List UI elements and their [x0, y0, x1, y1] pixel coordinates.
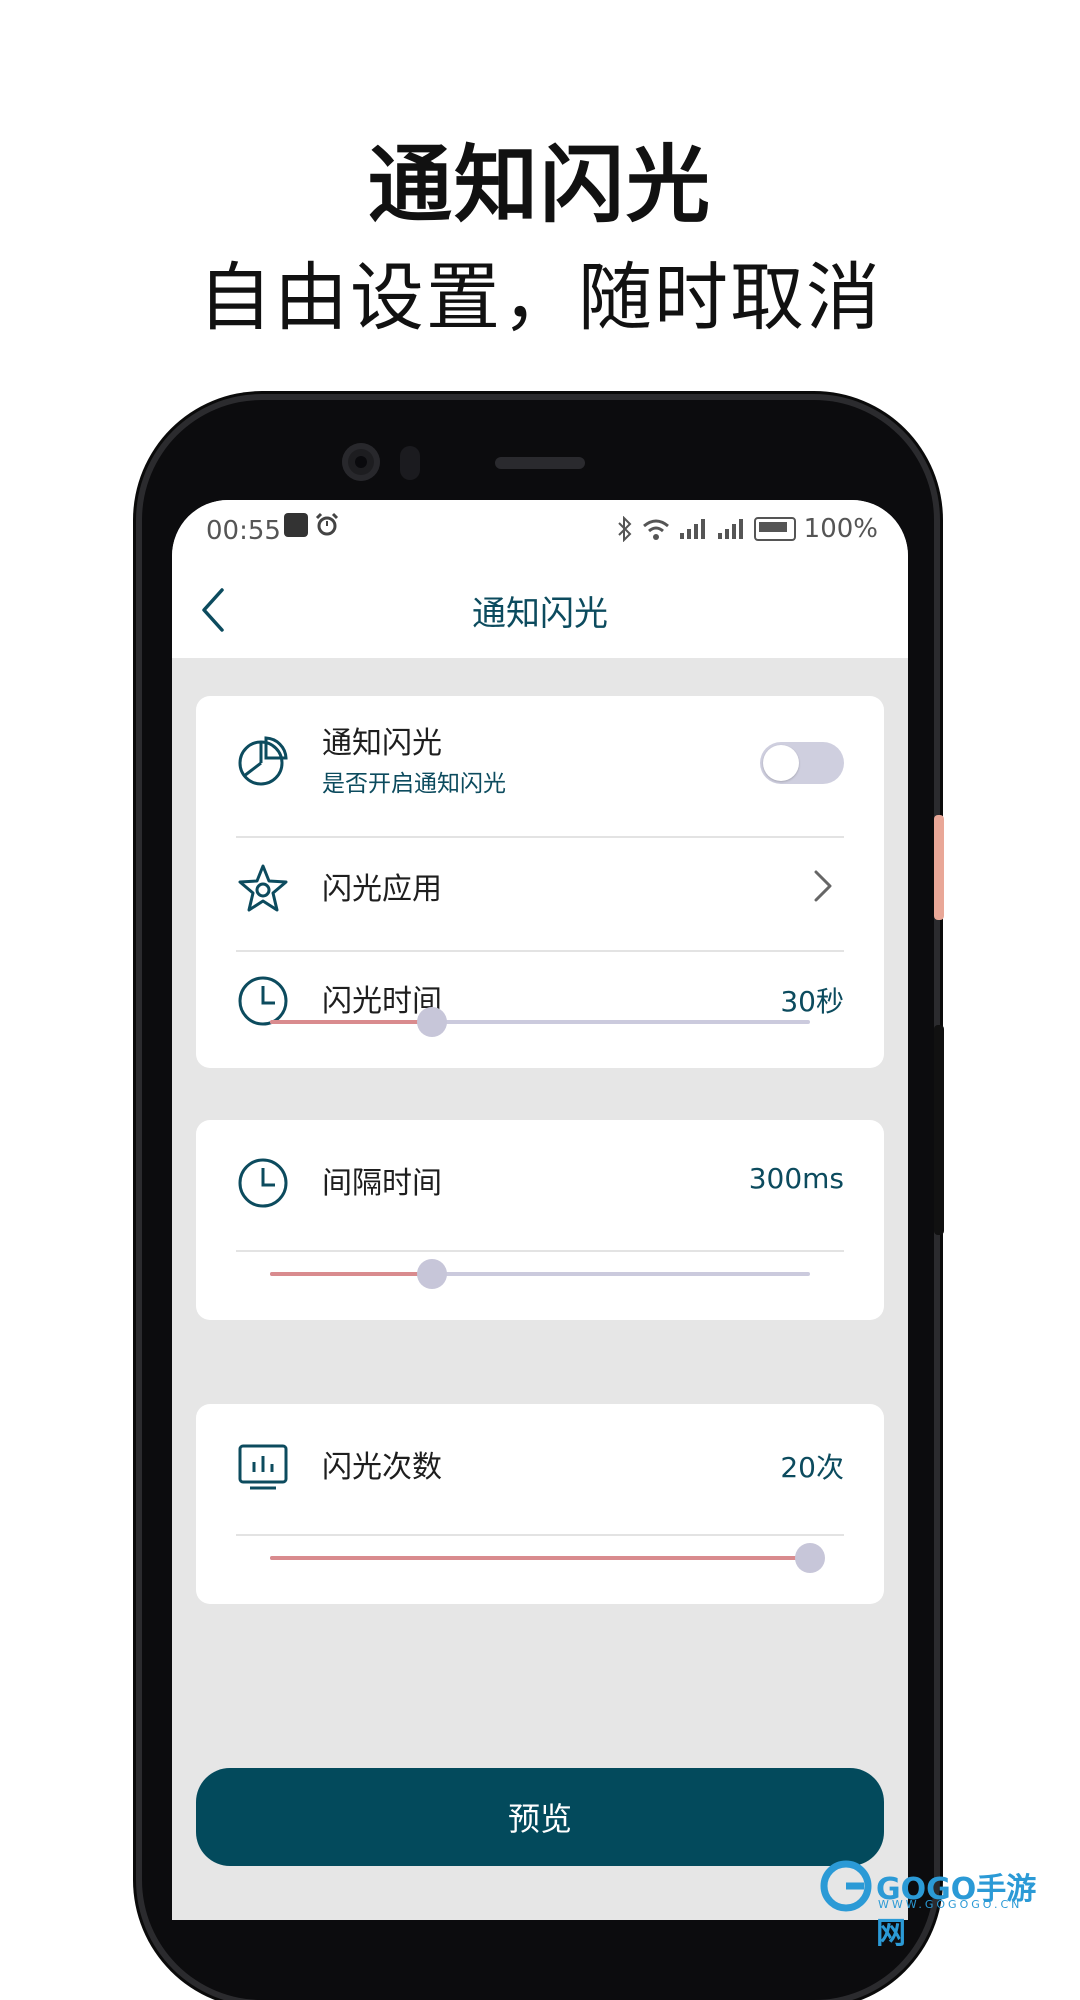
battery-percent: 100% [803, 514, 878, 544]
flash-apps-row[interactable]: 闪光应用 [236, 836, 844, 936]
signal-icon-2 [717, 519, 743, 539]
clock-icon [238, 1158, 288, 1208]
slider-fill [270, 1556, 810, 1560]
watermark-logo: GOGO手游网 WWW.GOGOGO.CN [820, 1858, 1060, 1951]
interval-label: 间隔时间 [322, 1166, 442, 1201]
bar-chart-icon [238, 1444, 288, 1490]
flash-settings-card: 通知闪光 是否开启通知闪光 闪光应用 闪光时间 30秒 [196, 696, 884, 1068]
battery-icon [753, 517, 796, 541]
page-title: 通知闪光 [472, 594, 608, 634]
proximity-sensor [400, 446, 420, 480]
app-header: 通知闪光 [172, 562, 908, 658]
interval-card: 间隔时间 300ms [196, 1120, 884, 1320]
phone-screen: 00:55 100% 通知闪光 通知闪光 是否开启通知闪光 闪光应用 闪光时间 … [172, 500, 908, 1920]
earpiece-speaker [495, 457, 585, 469]
slider-thumb[interactable] [417, 1007, 447, 1037]
app-notification-icon [284, 513, 308, 537]
watermark-subtext: WWW.GOGOGO.CN [878, 1898, 1023, 1911]
flash-count-row: 闪光次数 20次 [236, 1414, 844, 1514]
divider [236, 1250, 844, 1252]
flash-apps-label: 闪光应用 [322, 872, 442, 907]
flash-count-label: 闪光次数 [322, 1450, 442, 1485]
slider-fill [270, 1272, 432, 1276]
alarm-icon [315, 512, 339, 536]
notification-flash-toggle[interactable] [760, 742, 844, 784]
gogo-logo-icon [820, 1860, 872, 1912]
notification-flash-row: 通知闪光 是否开启通知闪光 [236, 708, 844, 808]
notification-flash-label: 通知闪光 [322, 726, 442, 761]
flash-duration-slider[interactable] [270, 1002, 810, 1042]
slider-thumb[interactable] [417, 1259, 447, 1289]
interval-slider[interactable] [270, 1254, 810, 1294]
notification-flash-sublabel: 是否开启通知闪光 [322, 771, 506, 797]
flash-count-slider[interactable] [270, 1538, 825, 1578]
divider [236, 1534, 844, 1536]
volume-button [934, 815, 944, 920]
star-icon [238, 864, 288, 912]
promo-title: 通知闪光 [367, 136, 712, 234]
slider-thumb[interactable] [795, 1543, 825, 1573]
power-button [934, 1025, 944, 1235]
interval-value: 300ms [748, 1162, 844, 1195]
bluetooth-icon [617, 516, 632, 542]
chevron-right-icon [814, 870, 832, 902]
pie-chart-icon [238, 736, 288, 786]
slider-fill [270, 1020, 432, 1024]
toggle-knob [763, 745, 799, 781]
flash-count-value: 20次 [780, 1451, 844, 1484]
status-time: 00:55 [206, 516, 281, 546]
interval-row: 间隔时间 300ms [236, 1130, 844, 1230]
promo-subtitle: 自由设置，随时取消 [198, 255, 882, 341]
wifi-icon [642, 519, 669, 540]
signal-icon [679, 519, 705, 539]
front-camera [342, 443, 380, 481]
preview-button[interactable]: 预览 [196, 1768, 884, 1866]
status-bar: 00:55 100% [172, 500, 908, 562]
flash-count-card: 闪光次数 20次 [196, 1404, 884, 1604]
